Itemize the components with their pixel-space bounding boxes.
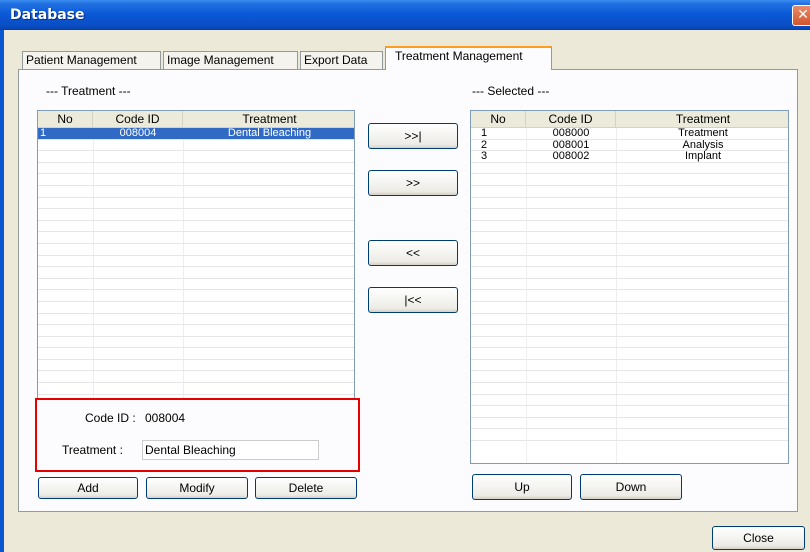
remove-all-button[interactable]: |<< (368, 287, 458, 313)
col-header-no[interactable]: No (38, 111, 93, 128)
cell-code-id: 008002 (552, 150, 590, 163)
table-row[interactable]: 1 008004 Dental Bleaching (38, 128, 354, 140)
window-left-border (0, 30, 4, 552)
cell-no: 1 (40, 127, 47, 139)
list-item (471, 418, 788, 430)
list-item (38, 325, 354, 337)
treatment-list-rows: 1 008004 Dental Bleaching (38, 128, 354, 395)
list-item (471, 279, 788, 291)
list-item (471, 325, 788, 337)
list-item (38, 209, 354, 221)
title-bar: Database ✕ (0, 0, 810, 30)
window-title: Database (10, 7, 85, 23)
list-item (471, 256, 788, 268)
add-button[interactable]: Add (38, 477, 138, 499)
list-item (471, 429, 788, 442)
list-item (471, 198, 788, 210)
list-item (38, 290, 354, 302)
treatment-list[interactable]: No Code ID Treatment 1 008004 Dental Ble… (37, 110, 355, 401)
col-header-no[interactable]: No (471, 111, 526, 128)
list-item (471, 267, 788, 279)
delete-button[interactable]: Delete (255, 477, 357, 499)
list-item (471, 186, 788, 198)
tab-export-data[interactable]: Export Data (300, 51, 383, 70)
list-item (471, 221, 788, 233)
list-item (38, 221, 354, 233)
list-item (38, 174, 354, 186)
list-item (38, 371, 354, 384)
list-item (471, 244, 788, 256)
remove-selected-button[interactable]: << (368, 240, 458, 266)
treatment-group-label: --- Treatment --- (46, 84, 131, 98)
cell-treatment: Treatment (678, 127, 728, 139)
tab-treatment-management[interactable]: Treatment Management (385, 46, 552, 70)
highlight-box (35, 398, 360, 472)
code-id-label: Code ID : (85, 411, 136, 425)
list-item (471, 302, 788, 314)
list-item (471, 360, 788, 372)
down-button[interactable]: Down (580, 474, 682, 500)
list-item (38, 140, 354, 152)
code-id-value: 008004 (145, 411, 186, 425)
table-row[interactable]: 3 008002 Implant (471, 151, 788, 163)
treatment-name-field[interactable]: Dental Bleaching (142, 440, 319, 460)
table-row[interactable]: 2 008001 Analysis (471, 138, 788, 152)
tab-image-management[interactable]: Image Management (163, 51, 298, 70)
col-header-treatment[interactable]: Treatment (616, 111, 788, 128)
col-header-code-id[interactable]: Code ID (93, 111, 183, 128)
list-item (38, 198, 354, 210)
selected-list-header: No Code ID Treatment (471, 111, 788, 128)
cell-treatment: Implant (684, 150, 722, 163)
list-item (471, 163, 788, 175)
list-item (471, 209, 788, 221)
list-item (471, 290, 788, 302)
list-item (471, 314, 788, 326)
list-item (38, 383, 354, 395)
list-item (471, 337, 788, 349)
up-button[interactable]: Up (472, 474, 572, 500)
tab-patient-management[interactable]: Patient Management (22, 51, 161, 70)
list-item (38, 256, 354, 268)
list-item (38, 186, 354, 198)
list-item (471, 174, 788, 186)
list-item (471, 371, 788, 384)
list-item (38, 151, 354, 163)
list-item (471, 406, 788, 418)
list-item (38, 314, 354, 326)
cell-code-id: 008000 (552, 127, 590, 139)
list-item (38, 279, 354, 291)
cell-treatment: Dental Bleaching (227, 127, 312, 139)
list-item (38, 244, 354, 256)
list-item (38, 232, 354, 244)
list-item (471, 232, 788, 244)
list-item (38, 348, 354, 360)
treatment-label: Treatment : (62, 443, 123, 457)
col-header-treatment[interactable]: Treatment (183, 111, 354, 128)
selected-group-label: --- Selected --- (472, 84, 550, 98)
cell-no: 1 (481, 127, 488, 139)
list-item (471, 395, 788, 407)
list-item (38, 267, 354, 279)
cell-code-id: 008004 (119, 127, 157, 139)
modify-button[interactable]: Modify (146, 477, 248, 499)
col-header-code-id[interactable]: Code ID (526, 111, 616, 128)
window-close-icon[interactable]: ✕ (792, 5, 810, 26)
selected-list-rows: 1 008000 Treatment 2 008001 Analysis 3 0… (471, 128, 788, 442)
add-selected-button[interactable]: >> (368, 170, 458, 196)
list-item (38, 302, 354, 314)
treatment-list-header: No Code ID Treatment (38, 111, 354, 128)
table-row[interactable]: 1 008000 Treatment (471, 128, 788, 140)
list-item (38, 163, 354, 175)
cell-code-id: 008001 (552, 138, 590, 151)
close-button[interactable]: Close (712, 526, 805, 550)
selected-list[interactable]: No Code ID Treatment 1 008000 Treatment … (470, 110, 789, 464)
add-all-button[interactable]: >>| (368, 123, 458, 149)
list-item (38, 337, 354, 349)
cell-no: 3 (481, 150, 488, 163)
list-item (471, 383, 788, 395)
cell-no: 2 (481, 138, 488, 151)
cell-treatment: Analysis (682, 138, 724, 151)
list-item (38, 360, 354, 372)
list-item (471, 348, 788, 360)
